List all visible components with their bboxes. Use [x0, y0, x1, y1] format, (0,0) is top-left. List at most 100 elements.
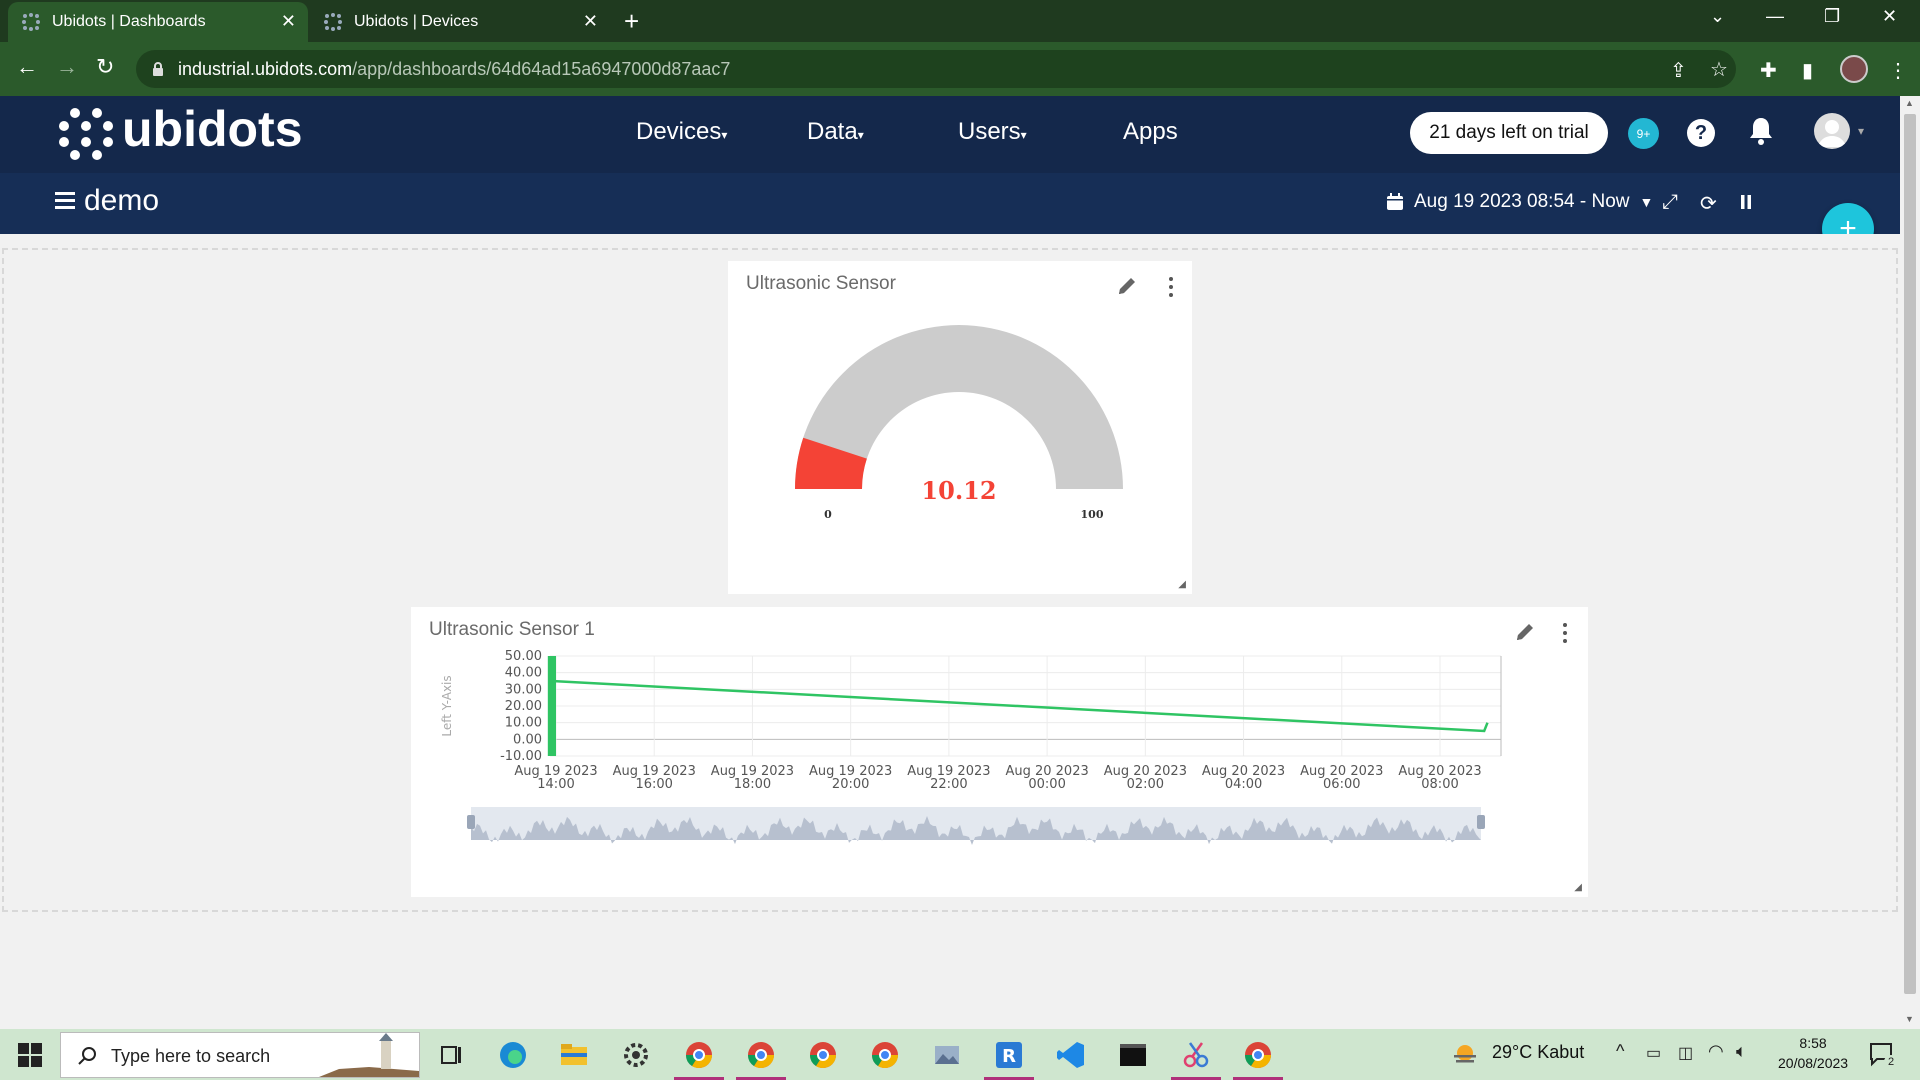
chrome-icon[interactable] — [869, 1039, 901, 1071]
trial-button[interactable]: 21 days left on trial — [1410, 112, 1608, 154]
weather-haze-icon[interactable] — [1452, 1042, 1478, 1068]
settings-gear-icon[interactable] — [620, 1039, 652, 1071]
browser-toolbar: ← → ↻ industrial.ubidots.com/app/dashboa… — [0, 42, 1920, 96]
gauge-chart: 10.12 0 100 — [795, 325, 1123, 521]
minimize-icon[interactable]: — — [1766, 6, 1784, 27]
meet-now-icon[interactable]: ◫ — [1678, 1043, 1693, 1063]
refresh-icon[interactable]: ⟳ — [1700, 191, 1717, 216]
tray-overflow-chevron-icon[interactable]: ^ — [1616, 1041, 1624, 1062]
y-tick-label: 30.00 — [505, 682, 542, 697]
nav-data[interactable]: Data▾ — [807, 118, 864, 146]
y-tick-label: -10.00 — [500, 749, 542, 764]
nav-devices-label: Devices — [636, 118, 722, 145]
nav-devices[interactable]: Devices▾ — [636, 118, 727, 146]
scroll-thumb[interactable] — [1904, 114, 1916, 994]
gauge-max-label: 100 — [1081, 508, 1104, 521]
ubidots-logo-icon[interactable] — [58, 106, 114, 162]
browser-menu-icon[interactable]: ⋮ — [1888, 58, 1908, 83]
chrome-icon[interactable] — [745, 1039, 777, 1071]
bookmark-star-icon[interactable]: ☆ — [1710, 57, 1728, 82]
caret-down-icon: ▼ — [1639, 194, 1654, 210]
page-scrollbar[interactable]: ▲ ▼ — [1900, 96, 1920, 1029]
taskbar-clock[interactable]: 8:58 20/08/2023 — [1778, 1033, 1848, 1073]
gauge-widget[interactable]: Ultrasonic Sensor 10.12 0 100 ◢ — [728, 261, 1192, 594]
chrome-icon[interactable] — [807, 1039, 839, 1071]
edge-browser-icon[interactable] — [497, 1039, 529, 1071]
fullscreen-icon[interactable]: ⤢ — [1662, 191, 1678, 214]
rapidminer-icon[interactable]: R — [993, 1039, 1025, 1071]
close-tab-icon[interactable]: ✕ — [281, 11, 296, 32]
scroll-down-icon[interactable]: ▼ — [1905, 1014, 1914, 1024]
x-tick-time: 18:00 — [734, 777, 771, 792]
hamburger-menu-icon[interactable] — [55, 192, 75, 212]
x-tick-time: 16:00 — [635, 777, 672, 792]
profile-avatar[interactable] — [1840, 55, 1868, 83]
chrome-icon[interactable] — [1242, 1039, 1274, 1071]
tab-search-chevron-icon[interactable]: ⌄ — [1710, 6, 1725, 27]
help-icon[interactable]: ? — [1687, 119, 1715, 147]
speaker-icon[interactable]: 🔈︎ — [1736, 1041, 1747, 1062]
line-chart-widget[interactable]: Ultrasonic Sensor 1 50.00 40.00 30.00 20.00… — [411, 607, 1588, 897]
dashboard-canvas: Ultrasonic Sensor 10.12 0 100 ◢ Ultrason… — [0, 234, 1900, 1029]
photos-app-icon[interactable] — [931, 1039, 963, 1071]
dashboard-title[interactable]: demo — [84, 184, 159, 218]
search-icon — [78, 1047, 96, 1065]
weather-text[interactable]: 29°C Kabut — [1492, 1042, 1584, 1063]
nav-apps-label: Apps — [1123, 118, 1178, 145]
line-chart: 50.00 40.0030.00 20.00 10.000.00 -10.00 Aug … — [440, 649, 1502, 845]
gauge-min-label: 0 — [824, 508, 832, 521]
dashboard-toolbar: demo Aug 19 2023 08:54 - Now ▼ ⤢ ⟳ — [0, 173, 1900, 234]
terminal-icon[interactable] — [1117, 1039, 1149, 1071]
x-tick-time: 02:00 — [1127, 777, 1164, 792]
lock-icon — [153, 62, 163, 76]
caret-down-icon[interactable]: ▾ — [1858, 124, 1864, 138]
task-view-icon[interactable] — [436, 1039, 468, 1071]
y-tick-label: 10.00 — [505, 716, 542, 731]
date-range-picker[interactable]: Aug 19 2023 08:54 - Now ▼ — [1386, 191, 1653, 213]
edit-pencil-icon[interactable] — [1116, 275, 1138, 297]
file-explorer-icon[interactable] — [558, 1039, 590, 1071]
address-bar[interactable]: industrial.ubidots.com/app/dashboards/64… — [136, 50, 1736, 88]
date-range-label: Aug 19 2023 08:54 - Now — [1414, 191, 1630, 212]
x-axis-ticks: Aug 19 202314:00Aug 19 202316:00Aug 19 2… — [514, 764, 1481, 792]
caret-down-icon: ▾ — [857, 128, 864, 142]
clock-date: 20/08/2023 — [1778, 1055, 1849, 1071]
notifications-count-badge[interactable]: 9+ — [1628, 118, 1659, 149]
taskbar-search-box[interactable]: Type here to search — [60, 1032, 420, 1078]
tab-dashboards[interactable]: Ubidots | Dashboards ✕ — [8, 2, 308, 42]
user-avatar[interactable] — [1814, 113, 1850, 149]
close-window-icon[interactable]: ✕ — [1882, 6, 1897, 27]
new-tab-button[interactable]: + — [624, 6, 639, 37]
search-placeholder: Type here to search — [111, 1046, 271, 1066]
windows-start-icon[interactable] — [18, 1043, 42, 1067]
battery-icon[interactable]: ▭ — [1646, 1043, 1661, 1063]
browser-tab-strip: Ubidots | Dashboards ✕ Ubidots | Devices… — [0, 0, 1920, 42]
navigator-handle-left — [467, 815, 475, 829]
nav-apps[interactable]: Apps — [1123, 118, 1178, 146]
x-tick-time: 14:00 — [537, 777, 574, 792]
wifi-icon[interactable]: ◠ — [1708, 1041, 1724, 1062]
x-tick-time: 06:00 — [1323, 777, 1360, 792]
chrome-icon[interactable] — [683, 1039, 715, 1071]
snipping-tool-icon[interactable] — [1180, 1039, 1212, 1071]
x-tick-time: 00:00 — [1028, 777, 1065, 792]
close-tab-icon[interactable]: ✕ — [583, 11, 598, 32]
more-options-icon[interactable] — [1168, 275, 1174, 297]
nav-users-label: Users — [958, 118, 1021, 145]
scroll-up-icon[interactable]: ▲ — [1905, 98, 1914, 108]
reload-icon[interactable]: ↻ — [96, 54, 114, 80]
pause-icon[interactable] — [1740, 194, 1752, 210]
share-icon[interactable]: ⇪ — [1670, 58, 1687, 83]
extensions-icon[interactable]: ✚ — [1760, 58, 1777, 83]
logo-text[interactable]: ubidots — [122, 100, 303, 158]
back-icon[interactable]: ← — [16, 54, 38, 80]
vscode-icon[interactable] — [1055, 1039, 1087, 1071]
restore-icon[interactable]: ❐ — [1824, 6, 1840, 27]
bell-icon[interactable] — [1748, 116, 1774, 146]
nav-users[interactable]: Users▾ — [958, 118, 1027, 146]
resize-handle-icon[interactable]: ◢ — [1178, 579, 1186, 590]
forward-icon[interactable]: → — [56, 54, 78, 80]
tab-devices[interactable]: Ubidots | Devices ✕ — [310, 2, 610, 42]
side-panel-icon[interactable]: ▮ — [1802, 58, 1813, 83]
resize-handle-icon[interactable]: ◢ — [1574, 882, 1582, 893]
